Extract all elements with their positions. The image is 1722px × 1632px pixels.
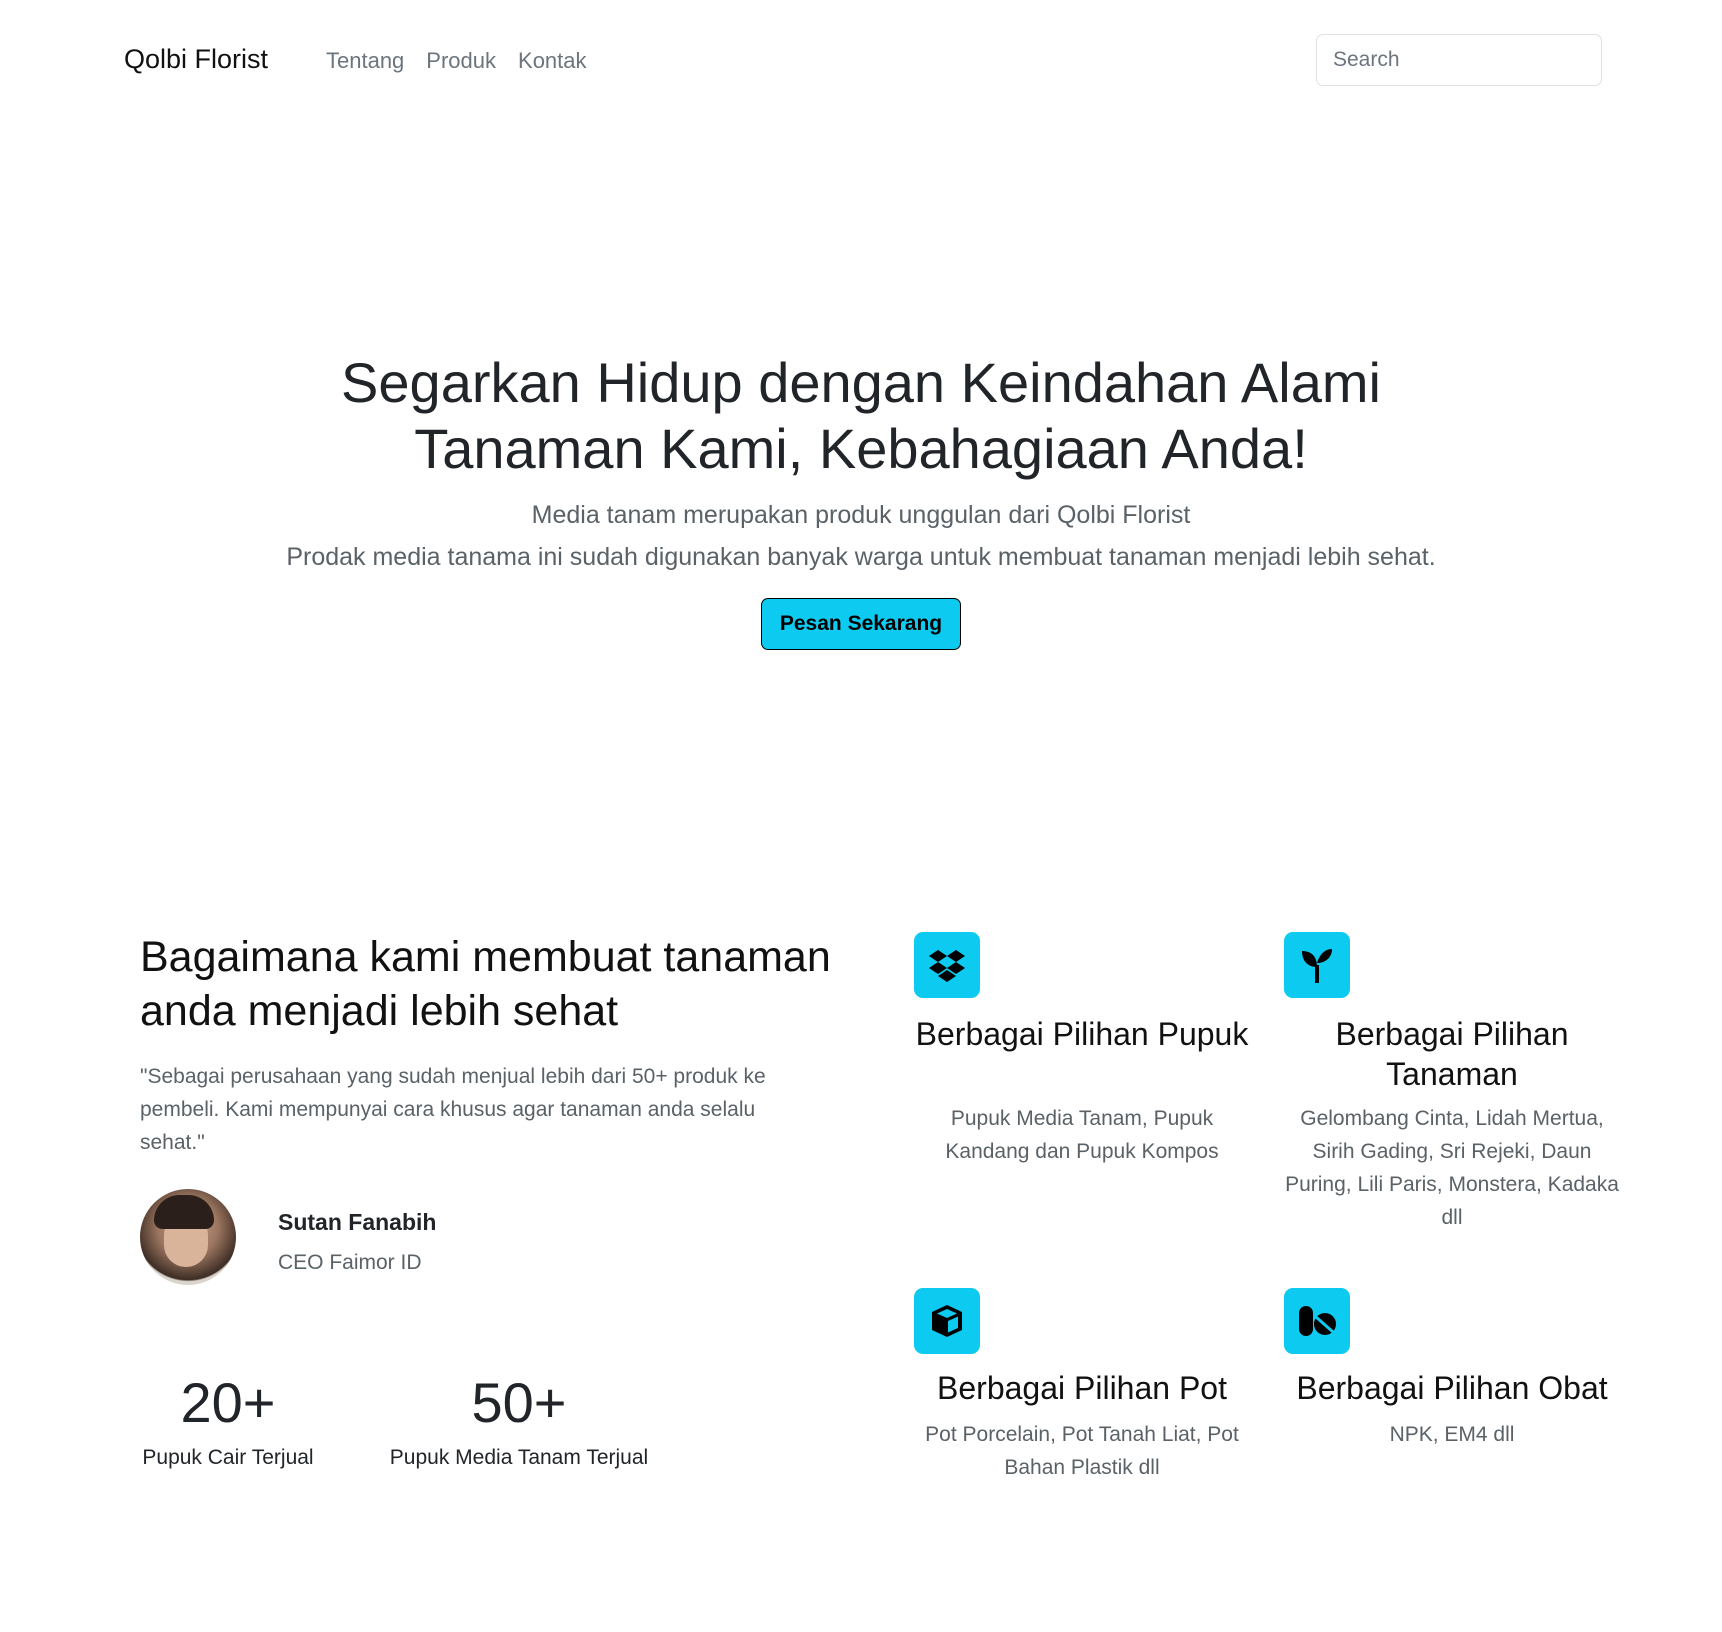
- feature-desc: Pupuk Media Tanam, Pupuk Kandang dan Pup…: [945, 1107, 1219, 1163]
- nav-link-kontak[interactable]: Kontak: [518, 48, 587, 74]
- stat-value: 50+: [471, 1371, 567, 1434]
- nav-link-produk[interactable]: Produk: [426, 48, 496, 74]
- feature-pupuk: Berbagai Pilihan Pupuk Pupuk Media Tanam…: [912, 932, 1252, 1192]
- about-section: Bagaimana kami membuat tanaman anda menj…: [140, 930, 860, 1289]
- stat-media-tanam: 50+ Pupuk Media Tanam Terjual: [384, 1370, 654, 1470]
- avatar: [140, 1189, 236, 1285]
- feature-title: Berbagai Pilihan Tanaman: [1335, 1016, 1569, 1092]
- stat-label: Pupuk Media Tanam Terjual: [389, 1446, 649, 1469]
- feature-tanaman: Berbagai Pilihan Tanaman Gelombang Cinta…: [1282, 932, 1622, 1232]
- person-name: Sutan Fanabih: [278, 1209, 437, 1235]
- brand-logo[interactable]: Qolbi Florist: [124, 44, 268, 75]
- about-heading: Bagaimana kami membuat tanaman anda menj…: [140, 933, 831, 1035]
- stat-pupuk-cair: 20+ Pupuk Cair Terjual: [140, 1370, 316, 1470]
- navbar: Qolbi Florist Tentang Produk Kontak: [0, 0, 1722, 124]
- stats: 20+ Pupuk Cair Terjual 50+ Pupuk Media T…: [140, 1370, 860, 1490]
- feature-title: Berbagai Pilihan Obat: [1296, 1370, 1608, 1406]
- hero-title: Segarkan Hidup dengan Keindahan Alami Ta…: [341, 351, 1381, 480]
- feature-obat: Berbagai Pilihan Obat NPK, EM4 dll: [1282, 1288, 1622, 1488]
- person-role: CEO Faimor ID: [278, 1251, 422, 1274]
- feature-desc: Gelombang Cinta, Lidah Mertua, Sirih Gad…: [1285, 1107, 1619, 1229]
- order-now-button[interactable]: Pesan Sekarang: [760, 598, 962, 650]
- feature-title: Berbagai Pilihan Pupuk: [915, 1016, 1249, 1052]
- hero-lead-line2: Prodak media tanama ini sudah digunakan …: [286, 543, 1436, 571]
- dropbox-icon: [914, 932, 980, 998]
- hero-lead: Media tanam merupakan produk unggulan da…: [0, 494, 1722, 578]
- search-input[interactable]: [1316, 34, 1602, 86]
- about-quote: "Sebagai perusahaan yang sudah menjual l…: [140, 1065, 766, 1154]
- feature-desc: NPK, EM4 dll: [1389, 1423, 1515, 1446]
- feature-desc: Pot Porcelain, Pot Tanah Liat, Pot Bahan…: [925, 1423, 1239, 1479]
- stat-value: 20+: [180, 1371, 276, 1434]
- feature-pot: Berbagai Pilihan Pot Pot Porcelain, Pot …: [912, 1288, 1252, 1488]
- sprout-icon: [1284, 932, 1350, 998]
- hero-lead-line1: Media tanam merupakan produk unggulan da…: [531, 501, 1191, 529]
- testimonial-person: Sutan Fanabih CEO Faimor ID: [140, 1189, 860, 1289]
- nav-links: Tentang Produk Kontak: [326, 48, 587, 74]
- hero-section: Segarkan Hidup dengan Keindahan Alami Ta…: [0, 350, 1722, 650]
- capsule-pill-icon: [1284, 1288, 1350, 1354]
- nav-link-tentang[interactable]: Tentang: [326, 48, 404, 74]
- feature-title: Berbagai Pilihan Pot: [937, 1370, 1227, 1406]
- stat-label: Pupuk Cair Terjual: [142, 1446, 314, 1469]
- box-icon: [914, 1288, 980, 1354]
